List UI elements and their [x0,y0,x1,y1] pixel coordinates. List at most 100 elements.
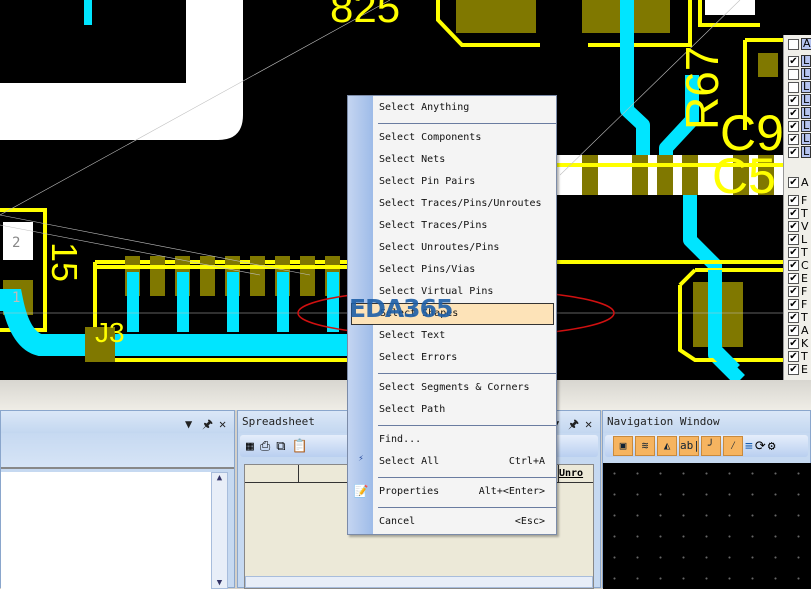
paste-icon[interactable]: 📋 [292,439,308,454]
layers-icon[interactable]: ≡ [745,439,753,454]
select-components-icon[interactable]: ▣ [613,436,633,456]
horizontal-scrollbar[interactable] [245,576,593,588]
checkbox[interactable]: ✔ [788,311,799,323]
column-header-unroutes[interactable]: Unro [559,465,593,482]
menu-item-properties[interactable]: Properties Alt+<Enter> [373,481,557,503]
checkbox[interactable]: ✔ [788,207,799,219]
refresh-icon[interactable]: ⟳ [755,439,766,454]
menu-item-select-anything[interactable]: Select Anything [373,97,557,119]
pin-icon[interactable]: 🖈 [568,413,579,435]
layer-row[interactable]: ✔ V [788,220,809,233]
ref-label-c5: C5 [712,148,776,204]
layer-row[interactable]: ✔ L [788,233,807,246]
menu-item-select-text[interactable]: Select Text [373,325,557,347]
scroll-up-icon[interactable]: ▲ [212,473,227,483]
checkbox[interactable]: ✔ [788,259,799,271]
column-header-blank[interactable] [245,465,299,482]
layer-row[interactable]: ✔ L [788,55,811,67]
checkbox[interactable]: ✔ [788,363,799,375]
checkbox[interactable] [788,68,799,80]
checkbox[interactable]: ✔ [788,350,799,362]
menu-item-select-pin-pairs[interactable]: Select Pin Pairs [373,171,557,193]
checkbox[interactable]: ✔ [788,220,799,232]
checkbox[interactable] [788,81,799,93]
layer-row[interactable]: ✔ F [788,285,807,298]
layer-row[interactable]: ✔ A [788,324,809,337]
layer-row[interactable]: ✔ L [788,107,811,119]
layer-row[interactable]: ✔ E [788,363,808,376]
select-pins-icon[interactable]: ⁄ [723,436,743,456]
checkbox[interactable]: ✔ [788,194,799,206]
layer-row[interactable]: A [788,38,811,50]
menu-separator [378,507,556,508]
checkbox[interactable]: ✔ [788,55,799,67]
menu-item-select-unroutes-pins[interactable]: Select Unroutes/Pins [373,237,557,259]
left-panel-list[interactable] [1,472,211,589]
dropdown-icon[interactable]: ▼ [185,413,192,435]
layer-row[interactable]: ✔ L [788,94,811,106]
checkbox[interactable]: ✔ [788,298,799,310]
menu-item-find[interactable]: Find... [373,429,557,451]
checkbox[interactable]: ✔ [788,285,799,297]
checkbox[interactable]: ✔ [788,176,799,188]
layer-row[interactable]: ✔ K [788,337,808,350]
checkbox[interactable]: ✔ [788,272,799,284]
close-icon[interactable]: ✕ [219,413,226,435]
pin-icon[interactable]: 🖈 [202,413,213,435]
menu-item-select-virtual-pins[interactable]: Select Virtual Pins [373,281,557,303]
vertical-scrollbar[interactable]: ▲ ▼ [211,472,228,589]
checkbox[interactable]: ✔ [788,146,799,158]
menu-item-select-traces-pins-unroutes[interactable]: Select Traces/Pins/Unroutes [373,193,557,215]
navigation-canvas[interactable] [603,463,811,589]
checkbox[interactable]: ✔ [788,94,799,106]
menu-item-select-errors[interactable]: Select Errors [373,347,557,369]
menu-item-select-path[interactable]: Select Path [373,399,557,421]
menu-item-select-shapes[interactable]: Select Shapes [351,303,554,325]
close-icon[interactable]: ✕ [585,413,592,435]
select-all-icon: ⚡ [358,454,364,464]
checkbox[interactable]: ✔ [788,107,799,119]
menu-item-select-components[interactable]: Select Components [373,127,557,149]
menu-item-select-nets[interactable]: Select Nets [373,149,557,171]
menu-item-cancel[interactable]: Cancel <Esc> [373,511,557,533]
checkbox[interactable]: ✔ [788,120,799,132]
layer-row[interactable]: ✔ T [788,246,808,259]
options-icon[interactable]: ⚙ [768,439,776,454]
shortcut-label: Alt+<Enter> [478,486,545,497]
layer-row[interactable]: ✔ F [788,194,807,207]
export-icon[interactable]: ▦ [246,439,254,454]
layer-row[interactable]: ✔ F [788,298,807,311]
layer-row[interactable]: ✔ A [788,176,809,189]
menu-item-select-traces-pins[interactable]: Select Traces/Pins [373,215,557,237]
layer-row[interactable]: ✔ T [788,207,808,220]
menu-item-label: Cancel [379,516,416,527]
select-shapes-icon[interactable]: ◭ [657,436,677,456]
checkbox[interactable] [788,38,799,50]
menu-item-select-pins-vias[interactable]: Select Pins/Vias [373,259,557,281]
checkbox[interactable]: ✔ [788,324,799,336]
ref-label-825: 825 [330,0,400,31]
layer-row[interactable]: L [788,81,811,93]
print-icon[interactable]: ⎙ [260,439,270,454]
select-traces-icon[interactable]: ╯ [701,436,721,456]
checkbox[interactable]: ✔ [788,233,799,245]
copy-icon[interactable]: ⧉ [276,439,285,454]
layer-row[interactable]: ✔ L [788,146,811,158]
layer-row[interactable]: ✔ L [788,133,811,145]
layer-row[interactable]: ✔ C [788,259,809,272]
menu-item-select-segments-corners[interactable]: Select Segments & Corners [373,377,557,399]
select-nets-icon[interactable]: ≋ [635,436,655,456]
navigation-window: Navigation Window ▣ ≋ ◭ ab| ╯ ⁄ ≡ ⟳ ⚙ [602,410,811,589]
menu-item-select-all[interactable]: Select All Ctrl+A [373,451,557,473]
layer-row[interactable]: ✔ E [788,272,808,285]
layer-row[interactable]: ✔ L [788,120,811,132]
ref-label-15: 15 [44,242,85,282]
scroll-down-icon[interactable]: ▼ [212,578,227,588]
layer-row[interactable]: L [788,68,811,80]
checkbox[interactable]: ✔ [788,133,799,145]
checkbox[interactable]: ✔ [788,337,799,349]
select-text-icon[interactable]: ab| [679,436,700,456]
layer-row[interactable]: ✔ T [788,311,808,324]
layer-row[interactable]: ✔ T [788,350,808,363]
checkbox[interactable]: ✔ [788,246,799,258]
